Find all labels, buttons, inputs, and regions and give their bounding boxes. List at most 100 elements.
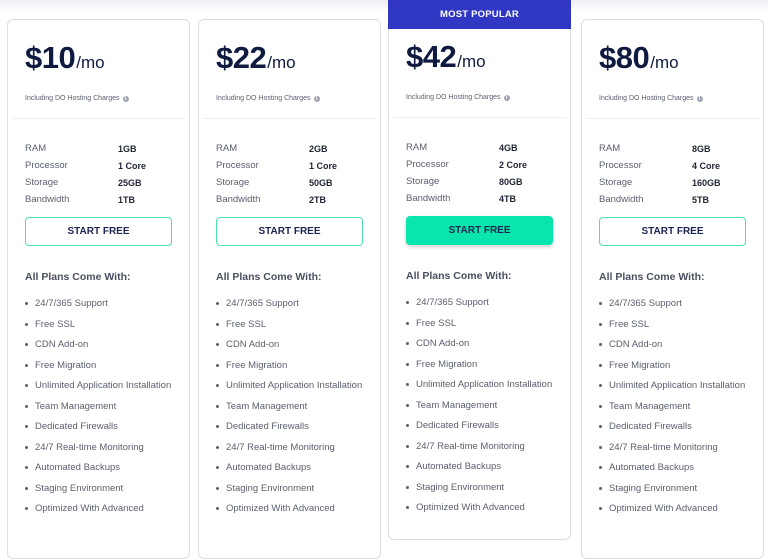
feature-item: CDN Add-on [599, 338, 754, 352]
features-title: All Plans Come With: [216, 271, 322, 283]
spec-value: 160GB [692, 177, 721, 188]
start-free-button[interactable]: START FREE [216, 217, 363, 246]
hint-text: Including DO Hosting Charges [25, 95, 120, 102]
spec-row-processor: Processor 1 Core [216, 157, 366, 174]
feature-item: Staging Environment [216, 482, 371, 496]
feature-item: Automated Backups [25, 461, 180, 475]
spec-value: 80GB [499, 176, 523, 187]
feature-item: Dedicated Firewalls [599, 420, 754, 434]
plan-period: /mo [457, 52, 486, 71]
feature-item: Free SSL [406, 317, 561, 331]
feature-item: Team Management [25, 400, 180, 414]
feature-item: Optimized With Advanced [216, 502, 371, 516]
feature-item: Free SSL [25, 318, 180, 332]
feature-list: 24/7/365 Support Free SSL CDN Add-on Fre… [25, 297, 180, 523]
plan-price: $10 [25, 40, 76, 75]
spec-label: Storage [25, 177, 59, 188]
spec-label: Storage [599, 177, 633, 188]
plan-price: $22 [216, 40, 267, 75]
spec-list: RAM 8GB Processor 4 Core Storage 160GB Band… [599, 140, 749, 208]
spec-value: 4 Core [692, 160, 721, 171]
spec-row-ram: RAM 1GB [25, 140, 175, 157]
feature-list: 24/7/365 Support Free SSL CDN Add-on Fre… [406, 296, 561, 522]
spec-value: 2GB [309, 143, 328, 154]
spec-row-bandwidth: Bandwidth 4TB [406, 190, 556, 207]
feature-item: 24/7/365 Support [216, 297, 371, 311]
feature-item: Team Management [216, 400, 371, 414]
plan-period: /mo [267, 53, 296, 72]
feature-item: 24/7 Real-time Monitoring [406, 440, 561, 454]
feature-list: 24/7/365 Support Free SSL CDN Add-on Fre… [599, 297, 754, 523]
feature-item: Staging Environment [599, 482, 754, 496]
divider [586, 118, 759, 119]
spec-list: RAM 2GB Processor 1 Core Storage 50GB Bandw… [216, 140, 366, 208]
features-title: All Plans Come With: [599, 271, 705, 283]
spec-label: Bandwidth [599, 194, 644, 205]
hosting-charges-note: Including DO Hosting Charges i [216, 95, 320, 102]
plan-price: $80 [599, 40, 650, 75]
feature-item: 24/7 Real-time Monitoring [216, 441, 371, 455]
feature-item: Automated Backups [216, 461, 371, 475]
price-row: $22 /mo [216, 40, 296, 76]
spec-row-ram: RAM 4GB [406, 139, 556, 156]
start-free-button[interactable]: START FREE [406, 216, 553, 245]
features-title: All Plans Come With: [406, 270, 512, 282]
feature-item: Staging Environment [406, 481, 561, 495]
spec-value: 50GB [309, 177, 333, 188]
feature-item: 24/7 Real-time Monitoring [599, 441, 754, 455]
page-top-strip [0, 0, 768, 12]
spec-list: RAM 1GB Processor 1 Core Storage 25GB Bandw… [25, 140, 175, 208]
spec-row-processor: Processor 4 Core [599, 157, 749, 174]
feature-item: Unlimited Application Installation [599, 379, 754, 393]
feature-item: Automated Backups [406, 460, 561, 474]
spec-row-bandwidth: Bandwidth 5TB [599, 191, 749, 208]
feature-item: Free Migration [406, 358, 561, 372]
feature-item: 24/7 Real-time Monitoring [25, 441, 180, 455]
spec-row-bandwidth: Bandwidth 2TB [216, 191, 366, 208]
feature-item: Dedicated Firewalls [25, 420, 180, 434]
spec-label: Storage [406, 176, 440, 187]
info-circle-icon[interactable]: i [313, 95, 320, 102]
info-circle-icon[interactable]: i [696, 95, 703, 102]
spec-label: Bandwidth [25, 194, 70, 205]
features-title: All Plans Come With: [25, 271, 131, 283]
feature-item: CDN Add-on [406, 337, 561, 351]
spec-label: RAM [599, 143, 621, 154]
spec-value: 25GB [118, 177, 142, 188]
divider [12, 118, 185, 119]
spec-row-storage: Storage 25GB [25, 174, 175, 191]
spec-label: Bandwidth [216, 194, 261, 205]
spec-row-processor: Processor 1 Core [25, 157, 175, 174]
price-row: $10 /mo [25, 40, 105, 76]
feature-item: Team Management [406, 399, 561, 413]
info-circle-icon[interactable]: i [122, 95, 129, 102]
spec-label: Bandwidth [406, 193, 451, 204]
feature-item: Dedicated Firewalls [406, 419, 561, 433]
feature-item: 24/7/365 Support [599, 297, 754, 311]
spec-value: 5TB [692, 194, 710, 205]
spec-label: RAM [406, 142, 428, 153]
plan-card-3: MOST POPULAR $42 /mo Including DO Hostin… [388, 0, 571, 540]
spec-row-processor: Processor 2 Core [406, 156, 556, 173]
feature-item: Unlimited Application Installation [25, 379, 180, 393]
start-free-button[interactable]: START FREE [25, 217, 172, 246]
info-circle-icon[interactable]: i [503, 94, 510, 101]
feature-item: 24/7/365 Support [25, 297, 180, 311]
plan-period: /mo [650, 53, 679, 72]
spec-value: 8GB [692, 143, 711, 154]
feature-item: 24/7/365 Support [406, 296, 561, 310]
feature-item: Optimized With Advanced [25, 502, 180, 516]
plan-card-1: $10 /mo Including DO Hosting Charges i R… [7, 19, 190, 559]
feature-item: Free Migration [216, 359, 371, 373]
feature-item: CDN Add-on [216, 338, 371, 352]
spec-row-ram: RAM 2GB [216, 140, 366, 157]
divider [393, 117, 566, 118]
hint-text: Including DO Hosting Charges [216, 95, 311, 102]
spec-list: RAM 4GB Processor 2 Core Storage 80GB Bandw… [406, 139, 556, 207]
spec-label: RAM [25, 143, 47, 154]
start-free-button[interactable]: START FREE [599, 217, 746, 246]
spec-row-bandwidth: Bandwidth 1TB [25, 191, 175, 208]
spec-value: 1GB [118, 143, 137, 154]
spec-value: 4GB [499, 142, 518, 153]
feature-item: Free Migration [25, 359, 180, 373]
